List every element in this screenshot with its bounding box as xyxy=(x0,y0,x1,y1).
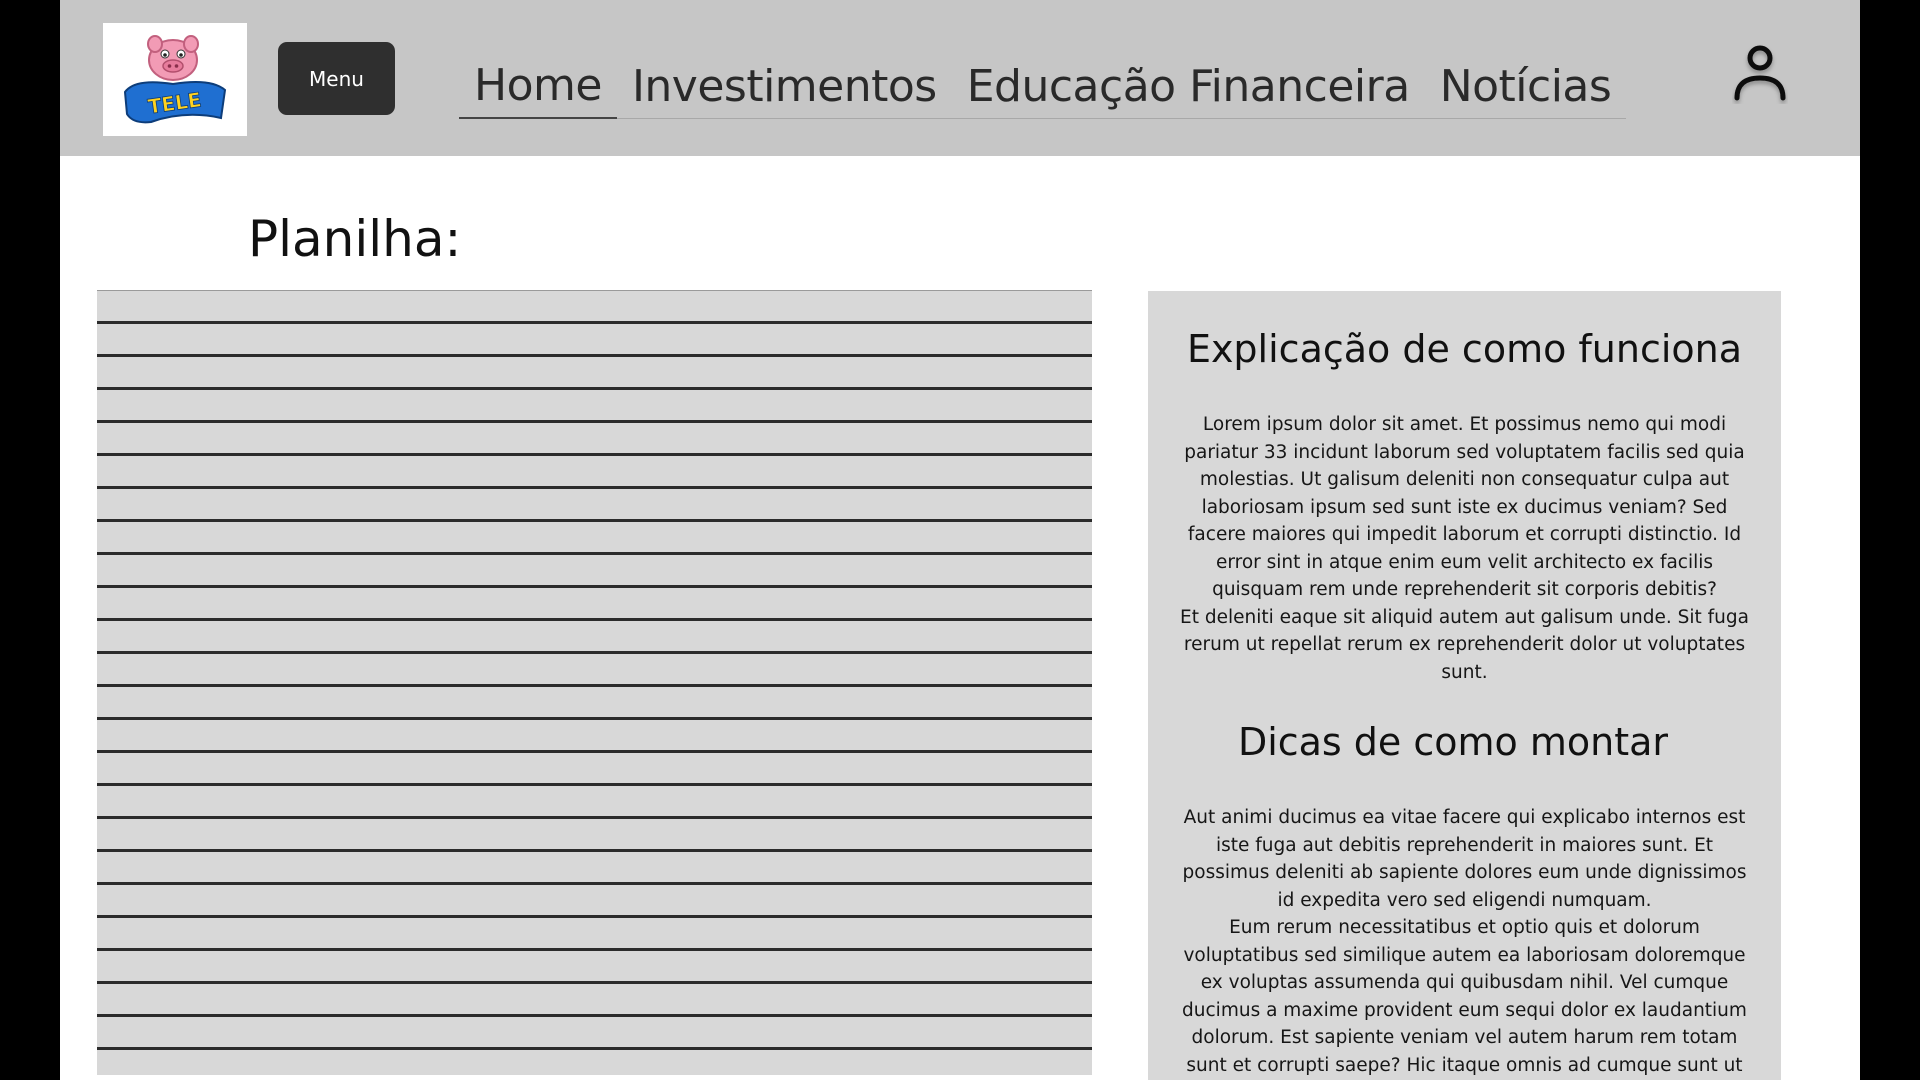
explanation-heading: Explicação de como funciona xyxy=(1186,327,1743,371)
page-frame: TELE Menu Home Investimentos Educação Fi… xyxy=(60,0,1860,1080)
nav-item-investimentos[interactable]: Investimentos xyxy=(617,61,952,118)
piggy-logo-icon: TELE xyxy=(123,34,227,123)
user-profile-icon xyxy=(1734,45,1786,101)
explanation-text: Lorem ipsum dolor sit amet. Et possimus … xyxy=(1180,414,1749,683)
main-nav: Home Investimentos Educação Financeira N… xyxy=(459,56,1626,119)
info-panel: Explicação de como funciona Lorem ipsum … xyxy=(1148,291,1781,1080)
nav-item-noticias[interactable]: Notícias xyxy=(1425,61,1627,118)
top-bar: TELE Menu Home Investimentos Educação Fi… xyxy=(60,0,1860,156)
page-title: Planilha: xyxy=(248,210,462,268)
spreadsheet-area[interactable] xyxy=(97,290,1092,1075)
site-logo[interactable]: TELE xyxy=(103,23,247,136)
nav-item-home[interactable]: Home xyxy=(459,60,617,119)
nav-item-educacao-financeira[interactable]: Educação Financeira xyxy=(952,61,1425,118)
tips-heading: Dicas de como montar xyxy=(1237,720,1669,764)
menu-button[interactable]: Menu xyxy=(278,42,395,115)
tips-text: Aut animi ducimus ea vitae facere qui ex… xyxy=(1182,807,1747,1076)
user-icon[interactable] xyxy=(1732,44,1788,104)
